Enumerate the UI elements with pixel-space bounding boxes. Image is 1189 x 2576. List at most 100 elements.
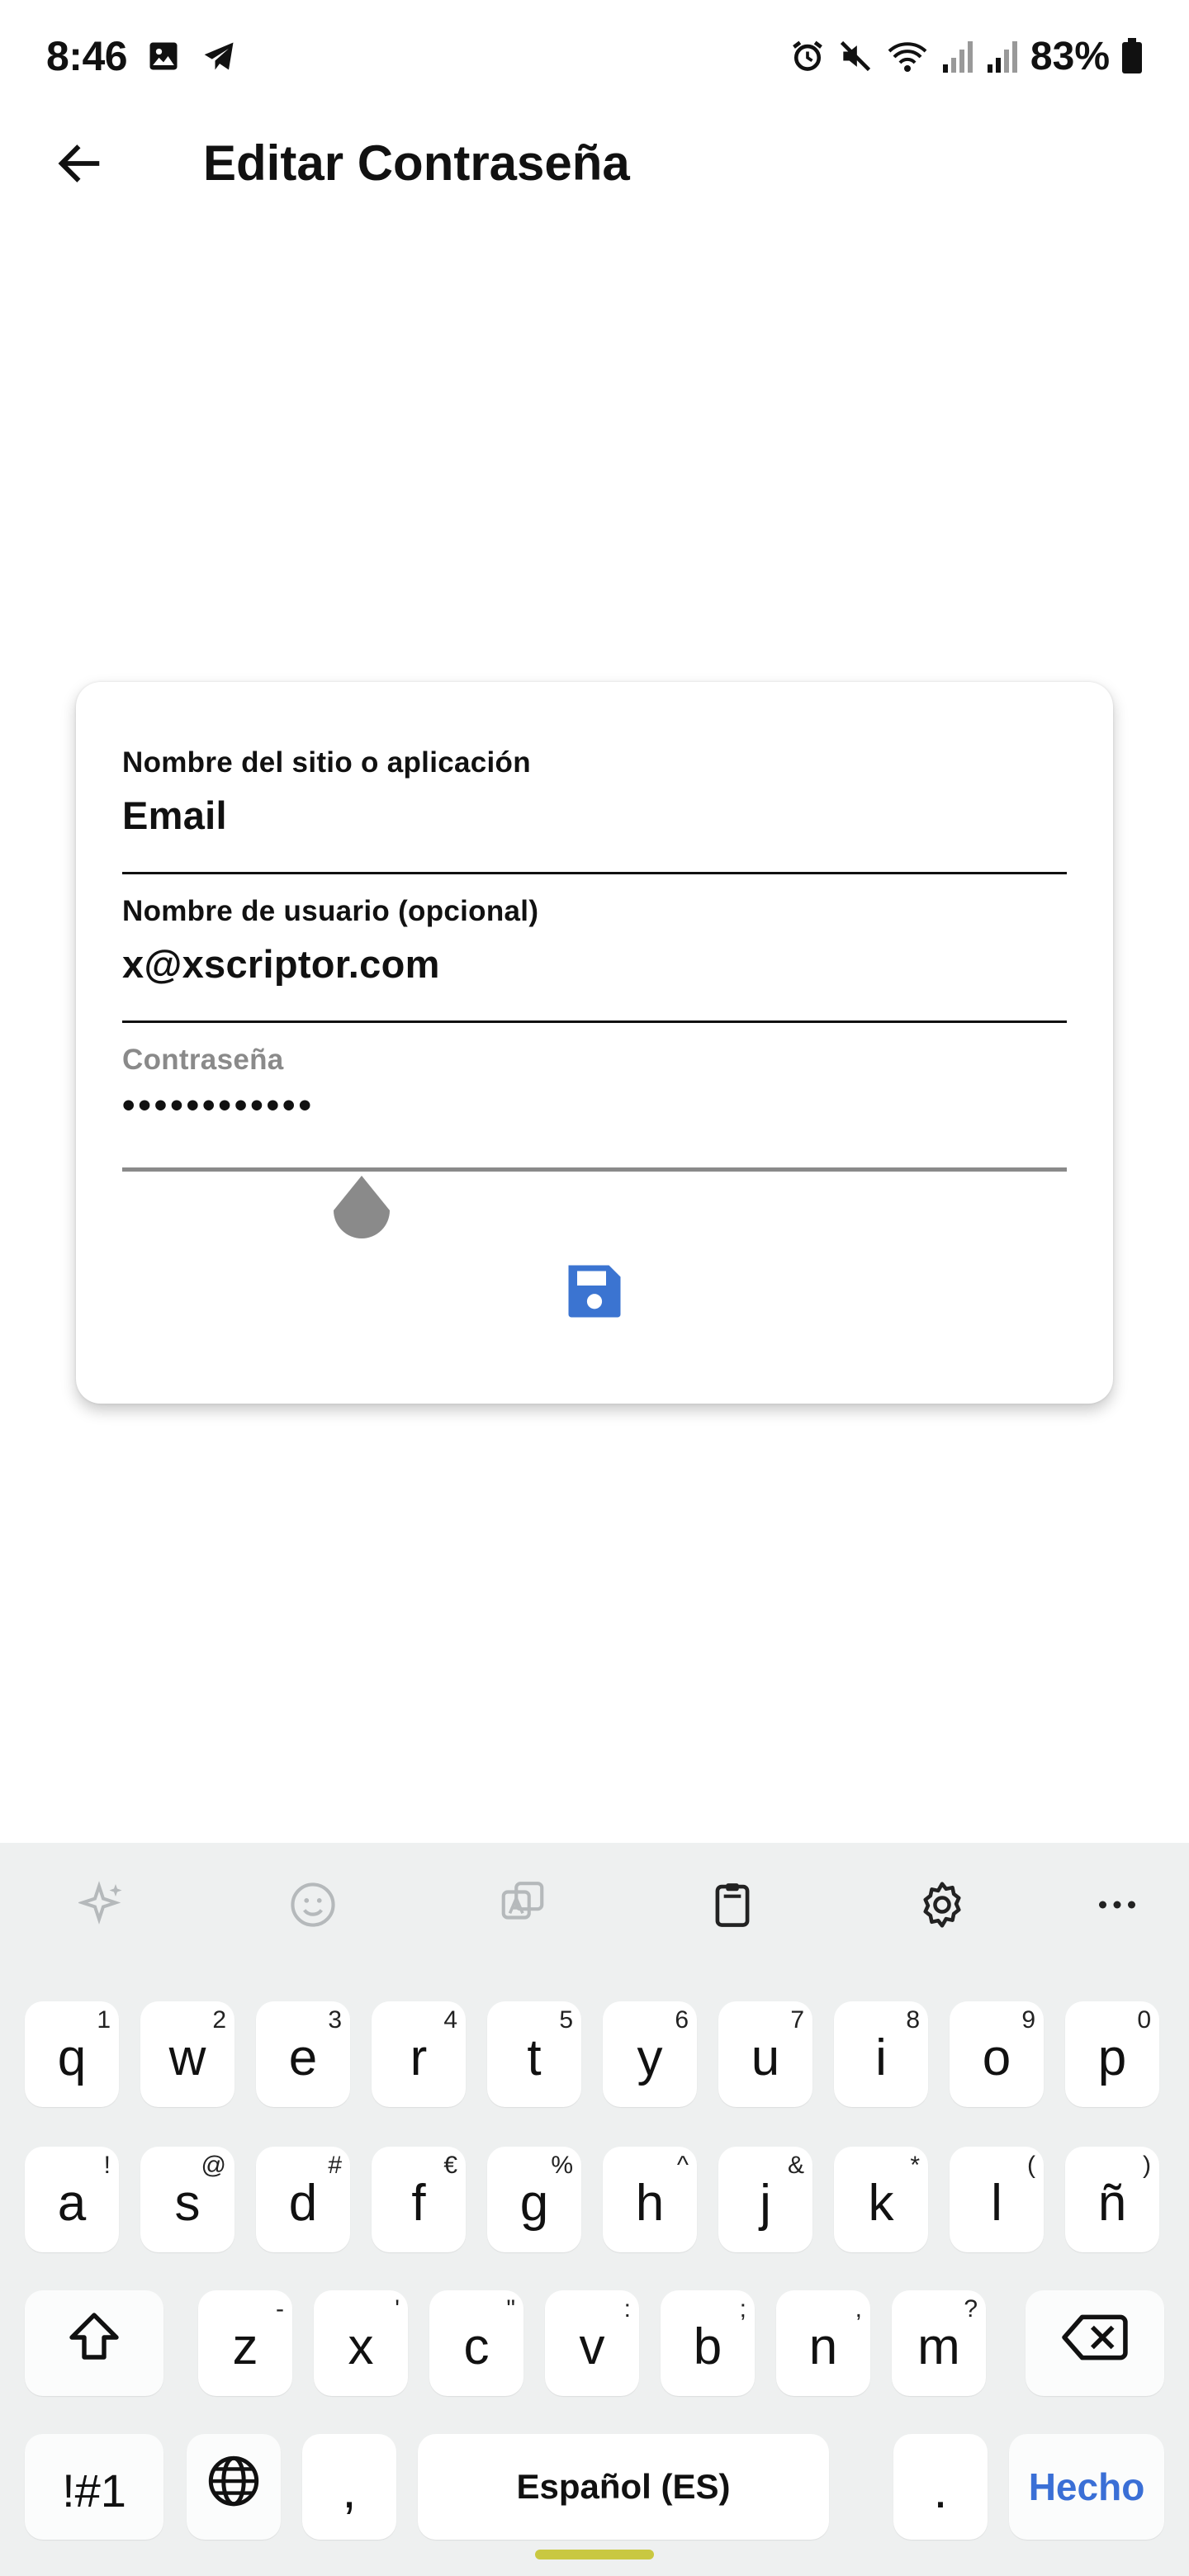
emoji-icon[interactable] — [284, 1876, 342, 1934]
key-secondary-label: 9 — [1021, 2006, 1035, 2034]
username-input[interactable]: x@xscriptor.com — [122, 941, 1067, 987]
arrow-left-icon — [53, 137, 106, 194]
sparkle-icon[interactable] — [74, 1876, 132, 1934]
image-icon — [145, 38, 182, 74]
key-secondary-label: - — [276, 2295, 284, 2323]
back-button[interactable] — [43, 129, 116, 201]
key-o[interactable]: o9 — [950, 2001, 1044, 2107]
key-d[interactable]: d # — [256, 2147, 350, 2252]
signal-icon — [941, 38, 974, 74]
key-label: u — [751, 2029, 780, 2086]
key-y[interactable]: y6 — [603, 2001, 697, 2107]
key-label: a — [57, 2174, 87, 2232]
more-icon[interactable] — [1088, 1876, 1146, 1934]
password-field[interactable]: Contraseña •••••••••••• — [122, 1044, 1067, 1239]
key-label: o — [982, 2029, 1011, 2086]
password-input[interactable]: •••••••••••• — [122, 1085, 1067, 1126]
key-label: l — [991, 2174, 1002, 2232]
key-secondary-label: @ — [201, 2152, 226, 2179]
backspace-key[interactable] — [1026, 2290, 1164, 2396]
key-secondary-label: ( — [1027, 2152, 1035, 2179]
space-key[interactable]: Español (ES) — [418, 2434, 829, 2540]
key-secondary-label: * — [910, 2152, 920, 2179]
site-name-underline — [122, 872, 1067, 874]
space-key-label: Español (ES) — [516, 2467, 731, 2506]
key-secondary-label: & — [787, 2152, 804, 2179]
key-f[interactable]: f € — [372, 2147, 466, 2252]
wifi-icon — [885, 38, 930, 74]
key-m[interactable]: m? — [892, 2290, 986, 2396]
key-label: s — [174, 2174, 201, 2232]
backspace-icon — [1062, 2311, 1128, 2376]
key-secondary-label: € — [443, 2152, 457, 2179]
password-label: Contraseña — [122, 1044, 284, 1076]
key-secondary-label: ; — [739, 2295, 746, 2323]
key-q[interactable]: q1 — [25, 2001, 119, 2107]
symbols-key[interactable]: !#1 — [25, 2434, 163, 2540]
key-b[interactable]: b; — [661, 2290, 755, 2396]
shift-key[interactable] — [25, 2290, 163, 2396]
comma-key-label: , — [342, 2461, 357, 2519]
site-name-field[interactable]: Nombre del sitio o aplicación Email — [122, 746, 1067, 875]
username-field[interactable]: Nombre de usuario (opcional) x@xscriptor… — [122, 895, 1067, 1024]
period-key[interactable]: . — [893, 2434, 988, 2540]
gear-icon[interactable] — [913, 1876, 971, 1934]
key-x[interactable]: x ' — [314, 2290, 408, 2396]
key-p[interactable]: p0 — [1065, 2001, 1159, 2107]
key-secondary-label: 6 — [675, 2006, 689, 2034]
key-label: x — [348, 2318, 374, 2375]
key-a[interactable]: a! — [25, 2147, 119, 2252]
key-secondary-label: ' — [395, 2295, 400, 2323]
clipboard-icon[interactable] — [703, 1876, 761, 1934]
save-button[interactable] — [558, 1257, 631, 1329]
key-secondary-label: ! — [103, 2152, 111, 2179]
language-key[interactable] — [187, 2434, 281, 2540]
key-label: ñ — [1097, 2174, 1127, 2232]
key-label: d — [288, 2174, 318, 2232]
key-v[interactable]: v: — [545, 2290, 639, 2396]
alarm-icon — [789, 38, 826, 74]
key-label: v — [579, 2318, 605, 2375]
key-secondary-label: ? — [964, 2295, 978, 2323]
key-k[interactable]: k * — [834, 2147, 928, 2252]
symbols-key-label: !#1 — [62, 2464, 126, 2517]
shift-icon — [64, 2308, 124, 2379]
key-ñ[interactable]: ñ) — [1065, 2147, 1159, 2252]
key-label: n — [808, 2318, 838, 2375]
key-g[interactable]: g% — [487, 2147, 581, 2252]
key-secondary-label: # — [328, 2152, 342, 2179]
comma-key[interactable]: , — [302, 2434, 396, 2540]
key-secondary-label: : — [623, 2295, 631, 2323]
username-label: Nombre de usuario (opcional) — [122, 895, 539, 927]
key-secondary-label: 3 — [328, 2006, 342, 2034]
key-t[interactable]: t5 — [487, 2001, 581, 2107]
done-key[interactable]: Hecho — [1009, 2434, 1164, 2540]
key-label: f — [411, 2174, 426, 2232]
key-label: b — [693, 2318, 722, 2375]
text-cursor-handle[interactable] — [329, 1172, 395, 1247]
key-label: t — [527, 2029, 542, 2086]
key-secondary-label: 5 — [559, 2006, 573, 2034]
key-secondary-label: ) — [1143, 2152, 1151, 2179]
key-r[interactable]: r4 — [372, 2001, 466, 2107]
key-w[interactable]: w2 — [140, 2001, 234, 2107]
translate-icon[interactable] — [494, 1876, 552, 1934]
key-e[interactable]: e3 — [256, 2001, 350, 2107]
site-name-input[interactable]: Email — [122, 793, 1067, 838]
key-z[interactable]: z- — [198, 2290, 292, 2396]
key-c[interactable]: c " — [429, 2290, 523, 2396]
key-l[interactable]: l( — [950, 2147, 1044, 2252]
key-i[interactable]: i8 — [834, 2001, 928, 2107]
key-label: p — [1097, 2029, 1127, 2086]
battery-percentage: 83% — [1030, 34, 1110, 78]
key-s[interactable]: s @ — [140, 2147, 234, 2252]
key-secondary-label: 4 — [443, 2006, 457, 2034]
key-label: r — [410, 2029, 428, 2086]
key-label: m — [917, 2318, 960, 2375]
key-label: j — [760, 2174, 771, 2232]
navigation-handle[interactable] — [535, 2550, 654, 2559]
key-j[interactable]: j & — [718, 2147, 812, 2252]
key-h[interactable]: h ^ — [603, 2147, 697, 2252]
key-n[interactable]: n, — [776, 2290, 870, 2396]
key-u[interactable]: u7 — [718, 2001, 812, 2107]
